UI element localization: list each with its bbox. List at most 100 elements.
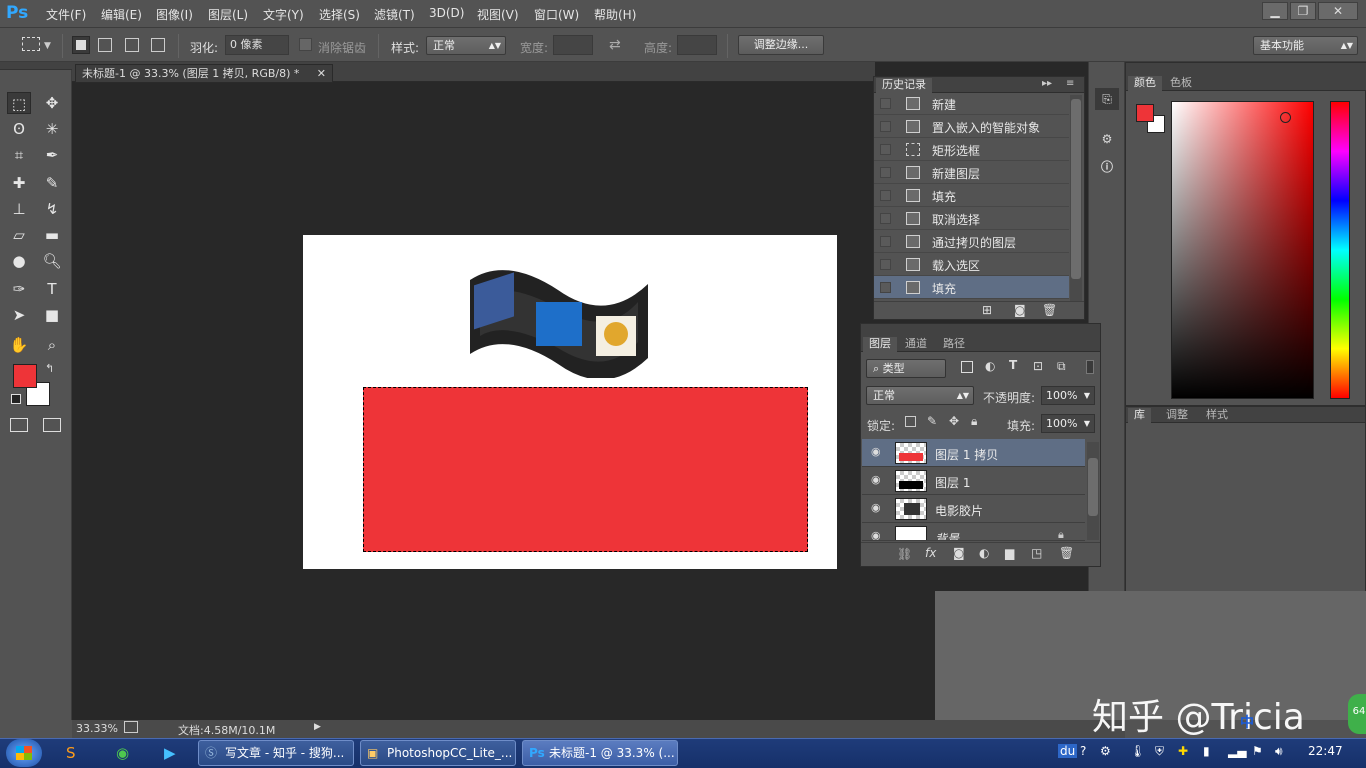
refine-edge-button[interactable]: 调整边缘... — [738, 35, 824, 55]
magic-wand-icon[interactable]: ✳ — [40, 118, 64, 140]
filter-pixel-icon[interactable] — [961, 361, 973, 373]
move-tool-icon[interactable]: ✥ — [40, 92, 64, 114]
eye-icon[interactable]: ◉ — [871, 502, 885, 513]
eraser-icon[interactable]: ▱ — [7, 224, 31, 246]
filter-type-icon[interactable]: T — [1009, 358, 1017, 372]
tab-paths[interactable]: 路径 — [937, 337, 971, 352]
help-icon[interactable]: ? — [1080, 744, 1086, 758]
history-item[interactable]: 通过拷贝的图层 — [874, 230, 1069, 253]
layer-row[interactable]: ◉ 电影胶片 — [862, 495, 1085, 523]
layer-row[interactable]: ◉ 背景 🔒︎ — [862, 523, 1085, 541]
feather-input[interactable]: 0 像素 — [225, 35, 289, 55]
new-group-icon[interactable]: ▆ — [1005, 546, 1014, 560]
battery-icon[interactable]: ▮ — [1203, 744, 1210, 758]
filter-shape-icon[interactable]: ⊡ — [1033, 359, 1043, 373]
layers-scrollbar[interactable] — [1087, 442, 1099, 540]
width-input[interactable] — [553, 35, 593, 55]
crop-tool-icon[interactable]: ⌗ — [7, 144, 31, 166]
menu-3d[interactable]: 3D(D) — [429, 6, 464, 20]
chevron-down-icon[interactable]: ▼ — [44, 41, 51, 51]
menu-select[interactable]: 选择(S) — [319, 6, 360, 23]
foreground-color-swatch[interactable] — [13, 364, 37, 388]
screen-mode-icon[interactable] — [43, 418, 61, 432]
browser-icon[interactable]: ◉ — [116, 744, 129, 762]
sogou-icon[interactable]: S — [66, 744, 76, 762]
new-selection-icon[interactable] — [72, 36, 90, 54]
tab-styles[interactable]: 样式 — [1200, 408, 1234, 423]
selection-fill-rectangle[interactable] — [363, 387, 808, 552]
panel-expand-icon[interactable]: ▸▸ — [1042, 78, 1052, 89]
hue-slider[interactable] — [1330, 101, 1350, 399]
task-button[interactable]: ▣ PhotoshopCC_Lite_... — [360, 740, 516, 766]
menu-help[interactable]: 帮助(H) — [594, 6, 636, 23]
add-selection-icon[interactable] — [98, 38, 112, 52]
tab-layers[interactable]: 图层 — [863, 337, 897, 352]
brush-tool-icon[interactable]: ✎ — [40, 172, 64, 194]
eye-icon[interactable]: ◉ — [871, 446, 885, 457]
shield-icon[interactable]: ⛨ — [1155, 744, 1164, 759]
fill-input[interactable]: 100% ▼ — [1041, 414, 1095, 433]
delete-layer-icon[interactable]: 🗑︎ — [1059, 546, 1074, 560]
history-item[interactable]: 新建图层 — [874, 161, 1069, 184]
menu-edit[interactable]: 编辑(E) — [101, 6, 142, 23]
menu-filter[interactable]: 滤镜(T) — [374, 6, 415, 23]
rectangular-marquee-icon[interactable]: ⬚ — [7, 92, 31, 114]
volume-icon[interactable]: 🔊︎ — [1275, 744, 1283, 759]
layer-style-icon[interactable]: fx — [925, 546, 936, 560]
lock-pixels-icon[interactable]: ✎ — [927, 414, 937, 428]
close-tab-icon[interactable]: ✕ — [317, 65, 326, 82]
ime-indicator[interactable]: 中 — [1240, 712, 1254, 732]
history-item[interactable]: 新建 — [874, 92, 1069, 115]
menu-file[interactable]: 文件(F) — [46, 6, 86, 23]
history-brush-icon[interactable]: ↯ — [40, 198, 64, 220]
menu-view[interactable]: 视图(V) — [477, 6, 519, 23]
task-button-active[interactable]: Ps 未标题-1 @ 33.3% (... — [522, 740, 678, 766]
intersect-selection-icon[interactable] — [151, 38, 165, 52]
filter-toggle[interactable] — [1086, 360, 1094, 374]
panel-menu-icon[interactable]: ≡ — [1066, 78, 1074, 89]
history-scrollbar[interactable] — [1070, 95, 1082, 301]
properties-panel-icon[interactable]: ⚙ — [1095, 128, 1119, 150]
type-tool-icon[interactable]: T — [40, 278, 64, 300]
tab-library[interactable]: 库 — [1128, 408, 1151, 423]
swap-colors-icon[interactable]: ↰ — [45, 362, 54, 375]
tab-channels[interactable]: 通道 — [899, 337, 933, 352]
pen-tool-icon[interactable]: ✑ — [7, 278, 31, 300]
layer-row-selected[interactable]: ◉ 图层 1 拷贝 — [862, 439, 1085, 467]
subtract-selection-icon[interactable] — [125, 38, 139, 52]
restore-button[interactable]: ❐ — [1290, 2, 1316, 20]
layer-filter-select[interactable]: ⌕ 类型 — [866, 359, 946, 378]
gradient-tool-icon[interactable]: ▬ — [40, 224, 64, 246]
history-item[interactable]: 取消选择 — [874, 207, 1069, 230]
clone-stamp-icon[interactable]: ⊥ — [7, 198, 31, 220]
adjustment-layer-icon[interactable]: ◐ — [979, 546, 989, 560]
media-player-icon[interactable]: ▶ — [164, 744, 176, 762]
healing-brush-icon[interactable]: ✚ — [7, 172, 31, 194]
height-input[interactable] — [677, 35, 717, 55]
history-item[interactable]: 矩形选框 — [874, 138, 1069, 161]
menu-layer[interactable]: 图层(L) — [208, 6, 248, 23]
document-tab[interactable]: 未标题-1 @ 33.3% (图层 1 拷贝, RGB/8) * ✕ — [75, 64, 333, 83]
workspace-select[interactable]: 基本功能 ▲▼ — [1253, 36, 1358, 55]
opacity-input[interactable]: 100% ▼ — [1041, 386, 1095, 405]
color-foreground-swatch[interactable] — [1136, 104, 1154, 122]
tab-color[interactable]: 颜色 — [1128, 76, 1162, 91]
badge-counter[interactable]: 64 — [1348, 694, 1366, 734]
network-icon[interactable]: ▂▄ — [1228, 744, 1246, 758]
color-field[interactable] — [1171, 101, 1314, 399]
new-layer-icon[interactable]: ◳ — [1031, 546, 1042, 560]
hand-tool-icon[interactable]: ✋ — [7, 334, 31, 356]
minimize-button[interactable]: ▁ — [1262, 2, 1288, 20]
lock-transparent-icon[interactable] — [905, 416, 916, 427]
export-icon[interactable] — [124, 721, 138, 733]
settings-icon[interactable]: ⚙ — [1100, 744, 1111, 758]
clock-time[interactable]: 22:47 — [1308, 744, 1343, 758]
close-button[interactable]: ✕ — [1318, 2, 1358, 20]
security-icon[interactable]: ✚ — [1178, 744, 1188, 758]
info-panel-icon[interactable]: ⓘ — [1095, 156, 1119, 178]
eye-icon[interactable]: ◉ — [871, 474, 885, 485]
path-selection-icon[interactable]: ➤ — [7, 304, 31, 326]
lasso-tool-icon[interactable]: ʘ — [7, 118, 31, 140]
history-item[interactable]: 填充 — [874, 184, 1069, 207]
lock-position-icon[interactable]: ✥ — [949, 414, 959, 428]
